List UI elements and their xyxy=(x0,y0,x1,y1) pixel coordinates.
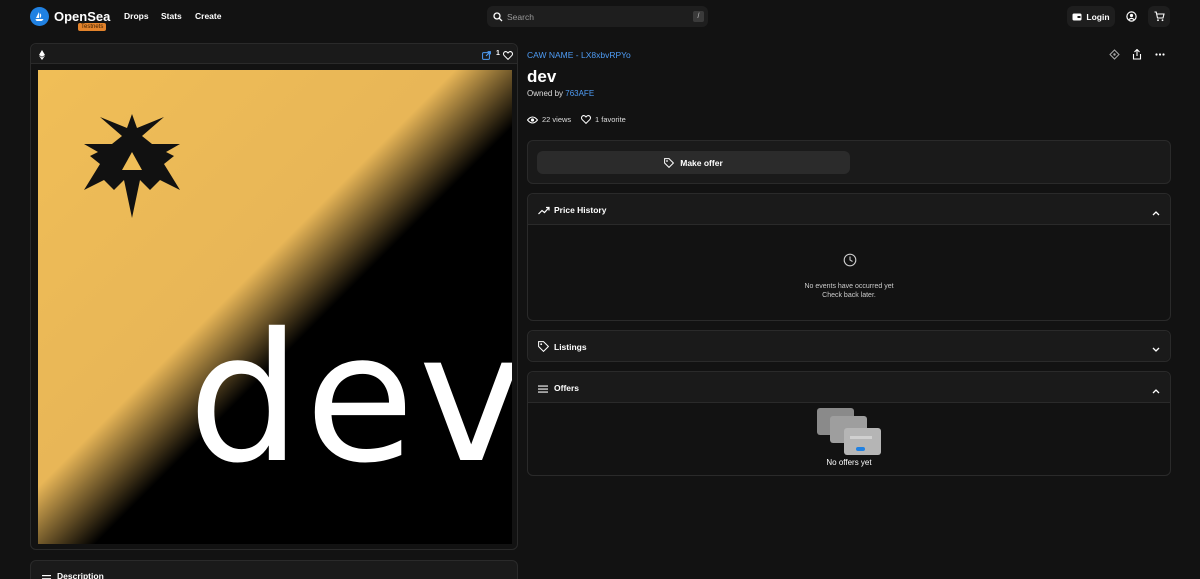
more-options-icon[interactable] xyxy=(1155,49,1165,63)
nav-stats[interactable]: Stats xyxy=(161,11,182,21)
chevron-up-icon[interactable] xyxy=(1152,383,1160,397)
offer-panel: Make offer xyxy=(527,140,1171,184)
views-stat: 22 views xyxy=(527,115,571,124)
list-icon xyxy=(538,382,548,396)
empty-offers-illustration-icon xyxy=(817,408,883,459)
item-artwork[interactable]: dev xyxy=(38,70,512,544)
external-link-icon[interactable] xyxy=(482,49,491,63)
listings-header[interactable]: Listings xyxy=(528,331,1170,361)
owned-by-label: Owned by xyxy=(527,89,566,98)
testnets-badge: Testnets xyxy=(78,23,107,31)
favorite-heart-icon[interactable] xyxy=(503,49,513,63)
favorites-count: 1 favorite xyxy=(595,115,626,124)
owned-by: Owned by 763AFE xyxy=(527,89,594,98)
favorite-count: 1 xyxy=(496,50,500,57)
offers-panel: Offers No offers yet xyxy=(527,371,1171,476)
login-label: Login xyxy=(1086,11,1110,22)
account-icon xyxy=(1125,11,1137,22)
opensea-logo-icon[interactable] xyxy=(30,7,49,26)
tag-check-icon[interactable] xyxy=(1109,49,1120,63)
top-nav-bar: OpenSea Testnets Drops Stats Create Sear… xyxy=(0,0,1200,34)
login-button[interactable]: Login xyxy=(1067,6,1115,27)
cart-button[interactable] xyxy=(1148,6,1170,27)
listings-label: Listings xyxy=(554,342,587,352)
eye-icon xyxy=(527,116,538,123)
nav-drops[interactable]: Drops xyxy=(124,11,149,21)
heart-icon xyxy=(581,115,591,124)
item-media-card: 1 dev xyxy=(30,43,518,550)
owner-link[interactable]: 763AFE xyxy=(565,89,594,98)
price-history-label: Price History xyxy=(554,205,607,215)
listings-panel: Listings xyxy=(527,330,1171,362)
description-label: Description xyxy=(57,571,104,579)
nav-create[interactable]: Create xyxy=(195,11,221,21)
account-button[interactable] xyxy=(1120,6,1142,27)
make-offer-label: Make offer xyxy=(680,157,723,168)
search-placeholder: Search xyxy=(507,12,534,22)
share-icon[interactable] xyxy=(1132,48,1142,63)
make-offer-button[interactable]: Make offer xyxy=(537,151,850,174)
offers-header[interactable]: Offers xyxy=(528,372,1170,403)
check-back-message: Check back later. xyxy=(822,292,876,299)
chevron-up-icon[interactable] xyxy=(1152,205,1160,219)
price-history-header[interactable]: Price History xyxy=(528,194,1170,225)
cart-icon xyxy=(1154,11,1165,22)
chevron-down-icon[interactable] xyxy=(1152,342,1160,356)
search-icon xyxy=(493,11,503,25)
media-toolbar: 1 xyxy=(31,44,517,64)
tag-icon xyxy=(538,341,550,355)
description-panel[interactable]: Description xyxy=(30,560,518,579)
item-title: dev xyxy=(527,67,557,86)
search-input[interactable]: Search / xyxy=(487,6,708,27)
favorites-stat[interactable]: 1 favorite xyxy=(581,115,626,124)
artwork-text: dev xyxy=(188,295,512,502)
description-icon xyxy=(42,572,51,579)
price-history-panel: Price History No events have occurred ye… xyxy=(527,193,1171,321)
clock-icon xyxy=(843,253,857,270)
no-offers-message: No offers yet xyxy=(826,458,872,467)
brand-name[interactable]: OpenSea xyxy=(54,9,110,24)
search-shortcut-key: / xyxy=(693,11,704,22)
trending-chart-icon xyxy=(538,204,550,218)
views-count: 22 views xyxy=(542,115,572,124)
caw-bird-logo-icon xyxy=(84,114,180,218)
wallet-icon xyxy=(1072,13,1082,20)
collection-link[interactable]: CAW NAME - LX8xbvRPYo xyxy=(527,50,631,60)
offers-label: Offers xyxy=(554,383,580,393)
tag-icon xyxy=(664,157,675,168)
ethereum-icon xyxy=(39,49,45,63)
